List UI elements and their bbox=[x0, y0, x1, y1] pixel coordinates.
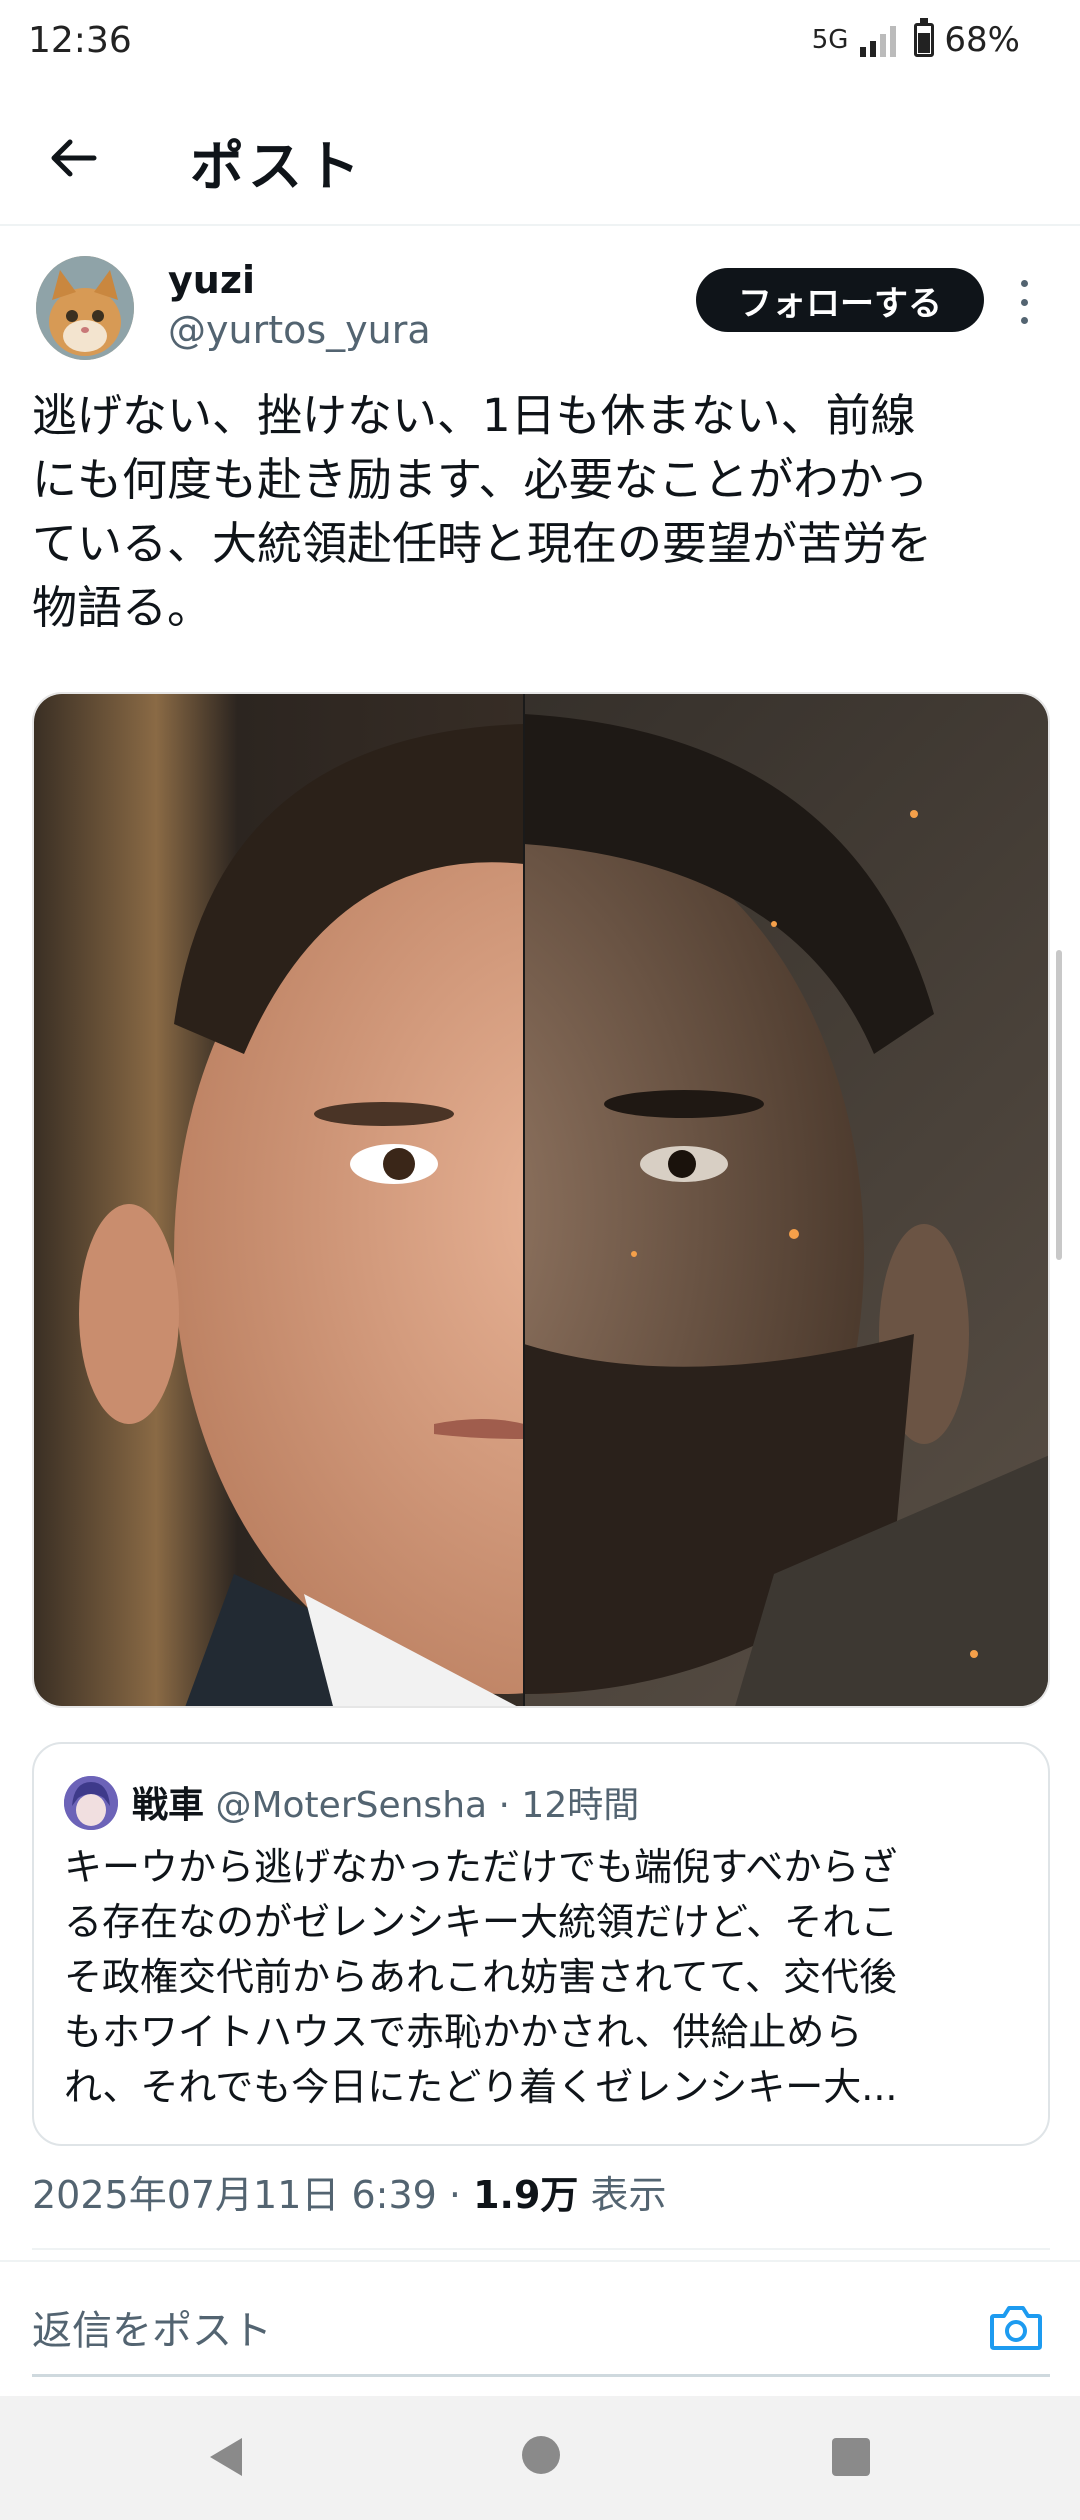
post-text: 逃げない、挫けない、1日も休まない、前線 にも何度も赴き励ます、必要なことがわか… bbox=[32, 384, 1052, 640]
quoted-post-header: 戦車 @MoterSensha · 12時間 bbox=[132, 1776, 639, 1828]
post-text-line: 逃げない、挫けない、1日も休まない、前線 bbox=[32, 389, 916, 442]
quoted-post-text: キーウから逃げなかっただけでも端倪すべからざ る存在なのがゼレンシキー大統領だけ… bbox=[64, 1840, 1024, 2115]
network-type: 5G bbox=[811, 25, 849, 55]
quoted-text-line: キーウから逃げなかっただけでも端倪すべからざ bbox=[64, 1845, 898, 1889]
status-bar: 12:36 5G 68% bbox=[0, 0, 1080, 86]
post-timestamp-row: 2025年07月11日 6:39 · 1.9万 表示 bbox=[32, 2164, 667, 2219]
anime-avatar-image bbox=[64, 1776, 118, 1830]
meta-separator: · bbox=[487, 1785, 522, 1826]
post-text-line: にも何度も赴き励ます、必要なことがわかっ bbox=[32, 453, 929, 506]
split-portrait-image bbox=[34, 694, 1048, 1706]
quoted-text-line: る存在なのがゼレンシキー大統領だけど、それこ bbox=[64, 1900, 899, 1944]
quoted-author-name: 戦車 bbox=[132, 1785, 205, 1826]
scrollbar[interactable] bbox=[1056, 950, 1062, 1260]
follow-button[interactable]: フォローする bbox=[696, 268, 984, 332]
more-options-icon[interactable] bbox=[1014, 280, 1034, 324]
back-arrow-icon[interactable] bbox=[38, 122, 110, 194]
battery-level: 68% bbox=[944, 20, 1020, 60]
post-timestamp: 2025年07月11日 6:39 bbox=[32, 2173, 437, 2217]
post-image[interactable] bbox=[32, 692, 1050, 1708]
quoted-post[interactable]: 戦車 @MoterSensha · 12時間 キーウから逃げなかっただけでも端倪… bbox=[32, 1742, 1050, 2146]
page-title: ポスト bbox=[190, 135, 364, 198]
meta-separator: · bbox=[436, 2173, 474, 2217]
author-avatar[interactable] bbox=[36, 256, 134, 360]
reply-input[interactable]: 返信をポスト bbox=[32, 2298, 272, 2356]
status-time: 12:36 bbox=[28, 20, 132, 61]
cat-avatar-image bbox=[36, 256, 134, 360]
nav-home-icon[interactable] bbox=[522, 2436, 560, 2474]
post-text-line: 物語る。 bbox=[32, 581, 213, 634]
system-nav-bar bbox=[0, 2396, 1080, 2520]
camera-icon[interactable] bbox=[988, 2302, 1044, 2352]
views-label: 表示 bbox=[578, 2173, 667, 2217]
top-app-bar: ポスト bbox=[0, 86, 1080, 226]
views-count[interactable]: 1.9万 bbox=[473, 2173, 578, 2217]
quoted-text-line: そ政権交代前からあれこれ妨害されてて、交代後 bbox=[64, 1955, 897, 1999]
divider bbox=[0, 2260, 1080, 2262]
battery-icon bbox=[914, 18, 935, 57]
reply-underline bbox=[32, 2374, 1050, 2377]
quoted-author-handle: @MoterSensha bbox=[215, 1785, 488, 1826]
author-display-name[interactable]: yuzi bbox=[168, 258, 255, 302]
author-handle[interactable]: @yurtos_yura bbox=[168, 308, 431, 352]
quoted-author-avatar bbox=[64, 1776, 118, 1830]
quoted-text-line: れ、それでも今日にたどり着くゼレンシキー大... bbox=[64, 2065, 898, 2109]
quoted-text-line: もホワイトハウスで赤恥かかされ、供給止めら bbox=[64, 2010, 863, 2054]
nav-back-icon[interactable] bbox=[206, 2436, 246, 2478]
nav-recents-icon[interactable] bbox=[832, 2438, 870, 2476]
signal-icon bbox=[860, 26, 897, 57]
post-text-line: ている、大統領赴任時と現在の要望が苦労を bbox=[32, 517, 933, 570]
quoted-post-time: 12時間 bbox=[521, 1785, 640, 1826]
divider bbox=[32, 2248, 1050, 2250]
status-icons: 5G 68% bbox=[811, 18, 1020, 60]
